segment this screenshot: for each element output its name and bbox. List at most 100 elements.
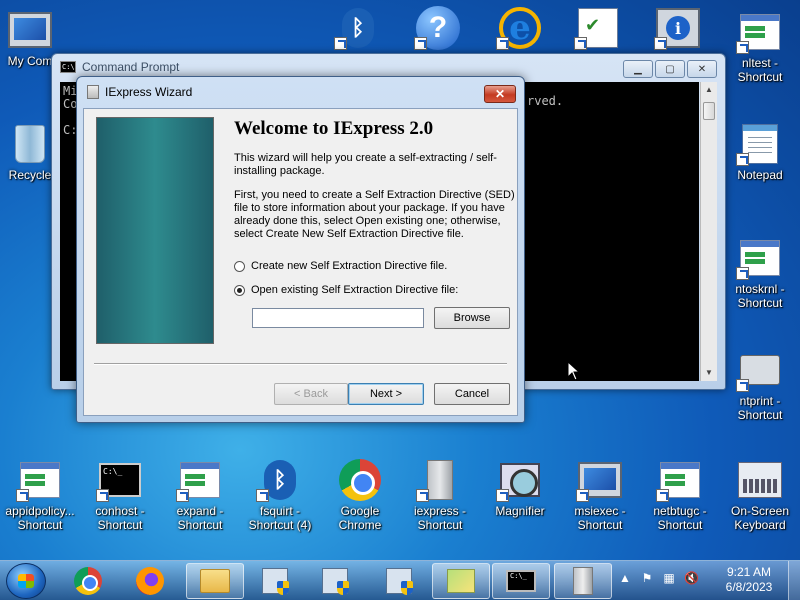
radio-button[interactable] [234, 260, 245, 272]
radio-open-existing-sed[interactable]: Open existing Self Extraction Directive … [234, 284, 458, 296]
shortcut-arrow-icon [736, 379, 749, 392]
desktop-icon-notepad[interactable]: Notepad [722, 122, 798, 202]
shortcut-arrow-icon [656, 489, 669, 502]
desktop-icon-label: Recycle [8, 168, 52, 182]
sticky-notes-icon [447, 569, 475, 593]
desktop-icon-label: nltest - Shortcut [737, 56, 783, 84]
desktop-icon-magnifier[interactable]: Magnifier [482, 458, 558, 538]
desktop-icon-on-screen-keyboard[interactable]: On-Screen Keyboard [722, 458, 798, 538]
cmd-scrollbar[interactable]: ▲ ▼ [700, 82, 717, 381]
chrome-icon [339, 459, 381, 501]
sed-path-input[interactable] [252, 308, 424, 328]
shortcut-arrow-icon [574, 37, 587, 50]
taskbar-clock[interactable]: 9:21 AM 6/8/2023 [718, 565, 780, 595]
folder-icon [200, 569, 230, 593]
desktop-icon-label: ntprint - Shortcut [737, 394, 783, 422]
uac-shield-icon [262, 568, 289, 595]
desktop-icon-label: Notepad [737, 168, 783, 182]
shortcut-arrow-icon [736, 267, 749, 280]
shortcut-arrow-icon [736, 153, 749, 166]
shortcut-arrow-icon [736, 41, 749, 54]
start-button[interactable] [6, 563, 46, 599]
desktop-icon-label: msiexec - Shortcut [574, 504, 626, 532]
desktop-icon-expand[interactable]: expand - Shortcut [162, 458, 238, 538]
iexpress-wizard-dialog[interactable]: IExpress Wizard ✕ Welcome to IExpress 2.… [76, 76, 525, 423]
wizard-heading: Welcome to IExpress 2.0 [234, 118, 434, 139]
taskbar-app-3[interactable] [370, 563, 428, 599]
uac-shield-icon [322, 568, 349, 595]
desktop-icon-label: expand - Shortcut [176, 504, 224, 532]
volume-muted-icon[interactable]: 🔇 [684, 571, 699, 585]
desktop-icon-msiexec[interactable]: msiexec - Shortcut [562, 458, 638, 538]
taskbar-firefox[interactable] [121, 563, 179, 599]
shortcut-arrow-icon [416, 489, 429, 502]
desktop-icon-label: fsquirt - Shortcut (4) [248, 504, 312, 532]
taskbar-chrome[interactable] [59, 563, 117, 599]
console-icon: C:\ [60, 61, 76, 73]
desktop-icon-ntprint[interactable]: ntprint - Shortcut [722, 348, 798, 428]
wizard-titlebar[interactable]: IExpress Wizard [87, 85, 192, 99]
desktop-icon-nltest[interactable]: nltest - Shortcut [722, 10, 798, 90]
shortcut-arrow-icon [256, 489, 269, 502]
tower-icon [573, 567, 593, 595]
separator [94, 363, 507, 365]
scroll-thumb[interactable] [703, 102, 715, 120]
back-button[interactable]: < Back [274, 383, 348, 405]
shortcut-arrow-icon [414, 37, 427, 50]
shortcut-arrow-icon [654, 37, 667, 50]
taskbar-command-prompt[interactable]: C:\_ [492, 563, 550, 599]
desktop-icon-label: Google Chrome [338, 504, 382, 532]
keyboard-icon [738, 462, 782, 498]
scroll-down-arrow-icon[interactable]: ▼ [701, 365, 717, 381]
desktop-icon-ntoskrnl[interactable]: ntoskrnl - Shortcut [722, 236, 798, 316]
firefox-icon [136, 567, 164, 595]
show-hidden-icons-arrow-icon[interactable]: ▲ [618, 571, 632, 585]
cancel-button[interactable]: Cancel [434, 383, 510, 405]
close-button[interactable]: ✕ [687, 60, 717, 78]
close-button[interactable]: ✕ [484, 85, 516, 103]
shortcut-arrow-icon [576, 489, 589, 502]
taskbar-app-1[interactable] [246, 563, 304, 599]
taskbar-iexpress[interactable] [554, 563, 612, 599]
taskbar-file-explorer[interactable] [186, 563, 244, 599]
tower-icon [427, 460, 453, 500]
browse-button[interactable]: Browse [434, 307, 510, 329]
desktop-icon-label: conhost - Shortcut [95, 504, 145, 532]
desktop-icon-label: appidpolicy... Shortcut [5, 504, 75, 532]
wizard-instructions-text: First, you need to create a Self Extract… [234, 189, 515, 240]
maximize-button[interactable]: ▢ [655, 60, 685, 78]
radio-create-new-sed[interactable]: Create new Self Extraction Directive fil… [234, 260, 447, 272]
desktop-icon-appidpolicy[interactable]: appidpolicy... Shortcut [2, 458, 78, 538]
shortcut-arrow-icon [496, 489, 509, 502]
shortcut-arrow-icon [16, 489, 29, 502]
action-center-flag-icon[interactable]: ⚑ [640, 571, 654, 585]
desktop-icon-label: iexpress - Shortcut [413, 504, 466, 532]
taskbar: C:\_ ▲ ⚑ ▦ 🔇 9:21 AM 6/8/2023 [0, 560, 800, 600]
clock-time: 9:21 AM [726, 565, 772, 579]
show-desktop-button[interactable] [788, 561, 800, 600]
desktop-icon-netbtugc[interactable]: netbtugc - Shortcut [642, 458, 718, 538]
clock-date: 6/8/2023 [725, 580, 773, 594]
desktop-icon-label: On-Screen Keyboard [730, 504, 790, 532]
radio-label: Create new Self Extraction Directive fil… [251, 260, 448, 272]
shortcut-arrow-icon [334, 37, 347, 50]
network-icon[interactable]: ▦ [662, 571, 676, 585]
desktop-icon-conhost[interactable]: C:\_ conhost - Shortcut [82, 458, 158, 538]
desktop-icon-label: Magnifier [495, 504, 545, 518]
desktop-icon-fsquirt[interactable]: ᛒ fsquirt - Shortcut (4) [242, 458, 318, 538]
radio-button-selected[interactable] [234, 284, 245, 296]
desktop-icon-iexpress[interactable]: iexpress - Shortcut [402, 458, 478, 538]
next-button[interactable]: Next > [348, 383, 424, 405]
taskbar-app-2[interactable] [306, 563, 364, 599]
desktop-icon-google-chrome[interactable]: Google Chrome [322, 458, 398, 538]
scroll-up-arrow-icon[interactable]: ▲ [701, 82, 717, 98]
wizard-title-text: IExpress Wizard [105, 85, 193, 99]
taskbar-sticky-notes[interactable] [432, 563, 490, 599]
desktop-icon-label: netbtugc - Shortcut [653, 504, 707, 532]
cmd-titlebar[interactable]: C:\ Command Prompt [60, 60, 179, 74]
shortcut-arrow-icon [176, 489, 189, 502]
wizard-content: Welcome to IExpress 2.0 This wizard will… [83, 108, 518, 416]
minimize-button[interactable]: ▁ [623, 60, 653, 78]
desktop-icon-label: ntoskrnl - Shortcut [735, 282, 785, 310]
uac-shield-icon [386, 568, 413, 595]
